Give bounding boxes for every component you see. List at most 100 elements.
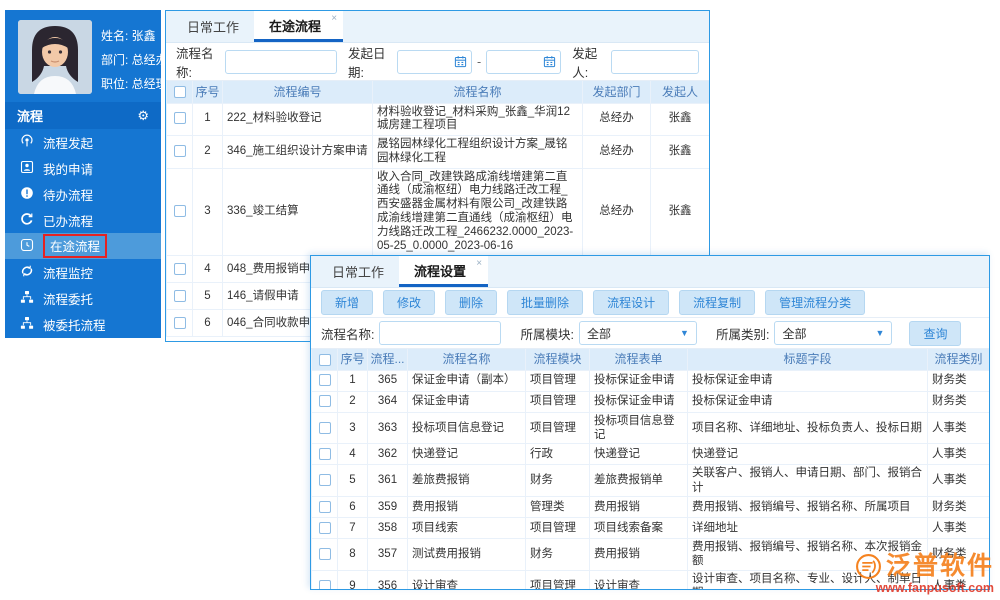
tab-daily-work-2[interactable]: 日常工作 [317,256,399,287]
column-header: 标题字段 [687,349,928,371]
profile-line: 部门: 总经办 [101,53,161,67]
sidebar-item-my-applications[interactable]: 我的申请 [5,155,161,181]
process-design-button[interactable]: 流程设计 [593,290,670,315]
sidebar-item-process-monitor[interactable]: 流程监控 [5,259,161,285]
cell: 投标项目信息登记 [407,411,526,445]
table-row[interactable]: 7 358 项目线索 项目管理 项目线索备案 详细地址 人事类 [311,517,989,539]
cell: 人事类 [927,517,989,539]
in-transit-icon [20,238,34,255]
manage-category-button[interactable]: 管理流程分类 [765,290,866,315]
sidebar-section-title: 流程 [17,109,44,124]
cell-name: 晟铭园林绿化工程组织设计方案_晟铭园林绿化工程 [372,135,583,169]
select-all-checkbox[interactable] [318,353,331,366]
cell: 项目线索 [407,517,526,539]
cell: 361 [367,464,408,497]
sidebar-item-done-processes[interactable]: 已办流程 [5,207,161,233]
cell: 357 [367,538,408,571]
row-checkbox[interactable] [318,521,331,534]
table-row[interactable]: 3 363 投标项目信息登记 项目管理 投标项目信息登记 项目名称、详细地址、投标负责人、… [311,411,989,445]
delete-button[interactable]: 删除 [445,290,498,315]
tab-in-transit[interactable]: 在途流程 × [254,11,344,42]
sidebar-item-label: 流程委托 [43,292,94,307]
process-name-input[interactable] [224,49,337,74]
module-select[interactable]: 全部 ▼ [578,321,697,345]
cell: 行政 [525,443,590,466]
sidebar-item-todo-processes[interactable]: 待办流程 [5,181,161,207]
table-row[interactable]: 3 336_竣工结算 收入合同_改建铁路成渝线增建第二直通线（成渝枢纽）电力线路迁改… [166,167,709,257]
cell: 财务 [525,464,590,497]
sidebar: 姓名: 张鑫部门: 总经办职位: 总经理 流程 ⚙ 流程发起我的申请待办流程已办… [5,10,161,338]
sync-icon [20,264,34,281]
cell: 费用报销 [589,496,688,518]
row-checkbox[interactable] [173,205,186,218]
cell: 363 [367,411,408,445]
row-checkbox[interactable] [318,421,331,434]
add-button[interactable]: 新增 [321,290,374,315]
cell: 投标保证金申请 [687,369,928,392]
table-row[interactable]: 2 364 保证金申请 项目管理 投标保证金申请 投标保证金申请 财务类 [311,390,989,413]
category-select[interactable]: 全部 ▼ [774,321,893,345]
select-all-checkbox[interactable] [173,86,186,99]
column-header: 流程名称 [407,349,526,371]
row-checkbox[interactable] [173,112,186,125]
cell-name: 材料验收登记_材料采购_张鑫_华润12城房建工程项目 [372,102,583,137]
column-header: 流程... [367,349,408,371]
row-checkbox[interactable] [318,474,331,487]
cell: 财务 [525,538,590,571]
cell: 人事类 [927,411,989,445]
row-checkbox[interactable] [173,289,186,302]
sidebar-item-label: 流程监控 [43,266,94,281]
row-checkbox[interactable] [318,579,331,589]
start-date-from-input[interactable] [396,49,473,74]
table-row[interactable]: 1 222_材料验收登记 材料验收登记_材料采购_张鑫_华润12城房建工程项目 总经办… [166,102,709,137]
process-copy-button[interactable]: 流程复制 [679,290,756,315]
table-row[interactable]: 2 346_施工组织设计方案申请 晟铭园林绿化工程组织设计方案_晟铭园林绿化工程 总经… [166,135,709,169]
column-header: 序号 [192,81,223,104]
start-date-to-input[interactable] [486,49,562,74]
batch-delete-button[interactable]: 批量删除 [507,290,584,315]
query-button[interactable]: 查询 [909,320,962,346]
sidebar-item-delegated-processes[interactable]: 被委托流程 [5,311,161,337]
gear-icon[interactable]: ⚙ [137,109,149,122]
table-row[interactable]: 6 359 费用报销 管理类 费用报销 费用报销、报销编号、报销名称、所属项目 财务类 [311,496,989,518]
person-card-icon [20,160,34,177]
row-checkbox[interactable] [318,395,331,408]
category-label: 所属类别: [715,327,770,342]
table-row[interactable]: 4 362 快递登记 行政 快递登记 快递登记 人事类 [311,443,989,466]
tab-process-settings[interactable]: 流程设置 × [399,256,489,287]
row-checkbox[interactable] [173,262,186,275]
cell-dept: 总经办 [582,167,651,257]
row-checkbox[interactable] [173,144,186,157]
cell-no: 1 [192,102,223,137]
table-row[interactable]: 1 365 保证金申请（副本） 项目管理 投标保证金申请 投标保证金申请 财务类 [311,369,989,392]
cell: 保证金申请（副本） [407,369,526,392]
row-checkbox[interactable] [318,448,331,461]
cell: 投标保证金申请 [589,390,688,413]
cell: 项目管理 [525,411,590,445]
cell: 快递登记 [407,443,526,466]
tab-daily-work[interactable]: 日常工作 [172,11,254,42]
cell: 人事类 [927,464,989,497]
row-checkbox[interactable] [318,374,331,387]
row-checkbox[interactable] [318,548,331,561]
close-icon[interactable]: × [331,13,337,24]
tab-label: 在途流程 [269,18,322,34]
cell-code: 222_材料验收登记 [222,102,373,137]
process-name-input-2[interactable] [379,321,502,345]
edit-button[interactable]: 修改 [383,290,436,315]
sidebar-item-process-delegate[interactable]: 流程委托 [5,285,161,311]
broadcast-icon [20,134,34,151]
cell: 8 [337,538,368,571]
tab-label: 日常工作 [332,265,385,280]
sidebar-item-process-initiate[interactable]: 流程发起 [5,129,161,155]
org-chart-icon [20,290,34,307]
initiator-input[interactable] [611,49,699,74]
close-icon[interactable]: × [476,258,482,269]
sidebar-item-in-transit-processes[interactable]: 在途流程 [5,233,161,259]
column-header: 发起部门 [582,81,651,104]
module-select-value: 全部 [586,326,611,341]
cell: 365 [367,369,408,392]
row-checkbox[interactable] [318,500,331,513]
table-row[interactable]: 5 361 差旅费报销 财务 差旅费报销单 关联客户、报销人、申请日期、部门、报销合计 人事… [311,464,989,497]
row-checkbox[interactable] [173,316,186,329]
